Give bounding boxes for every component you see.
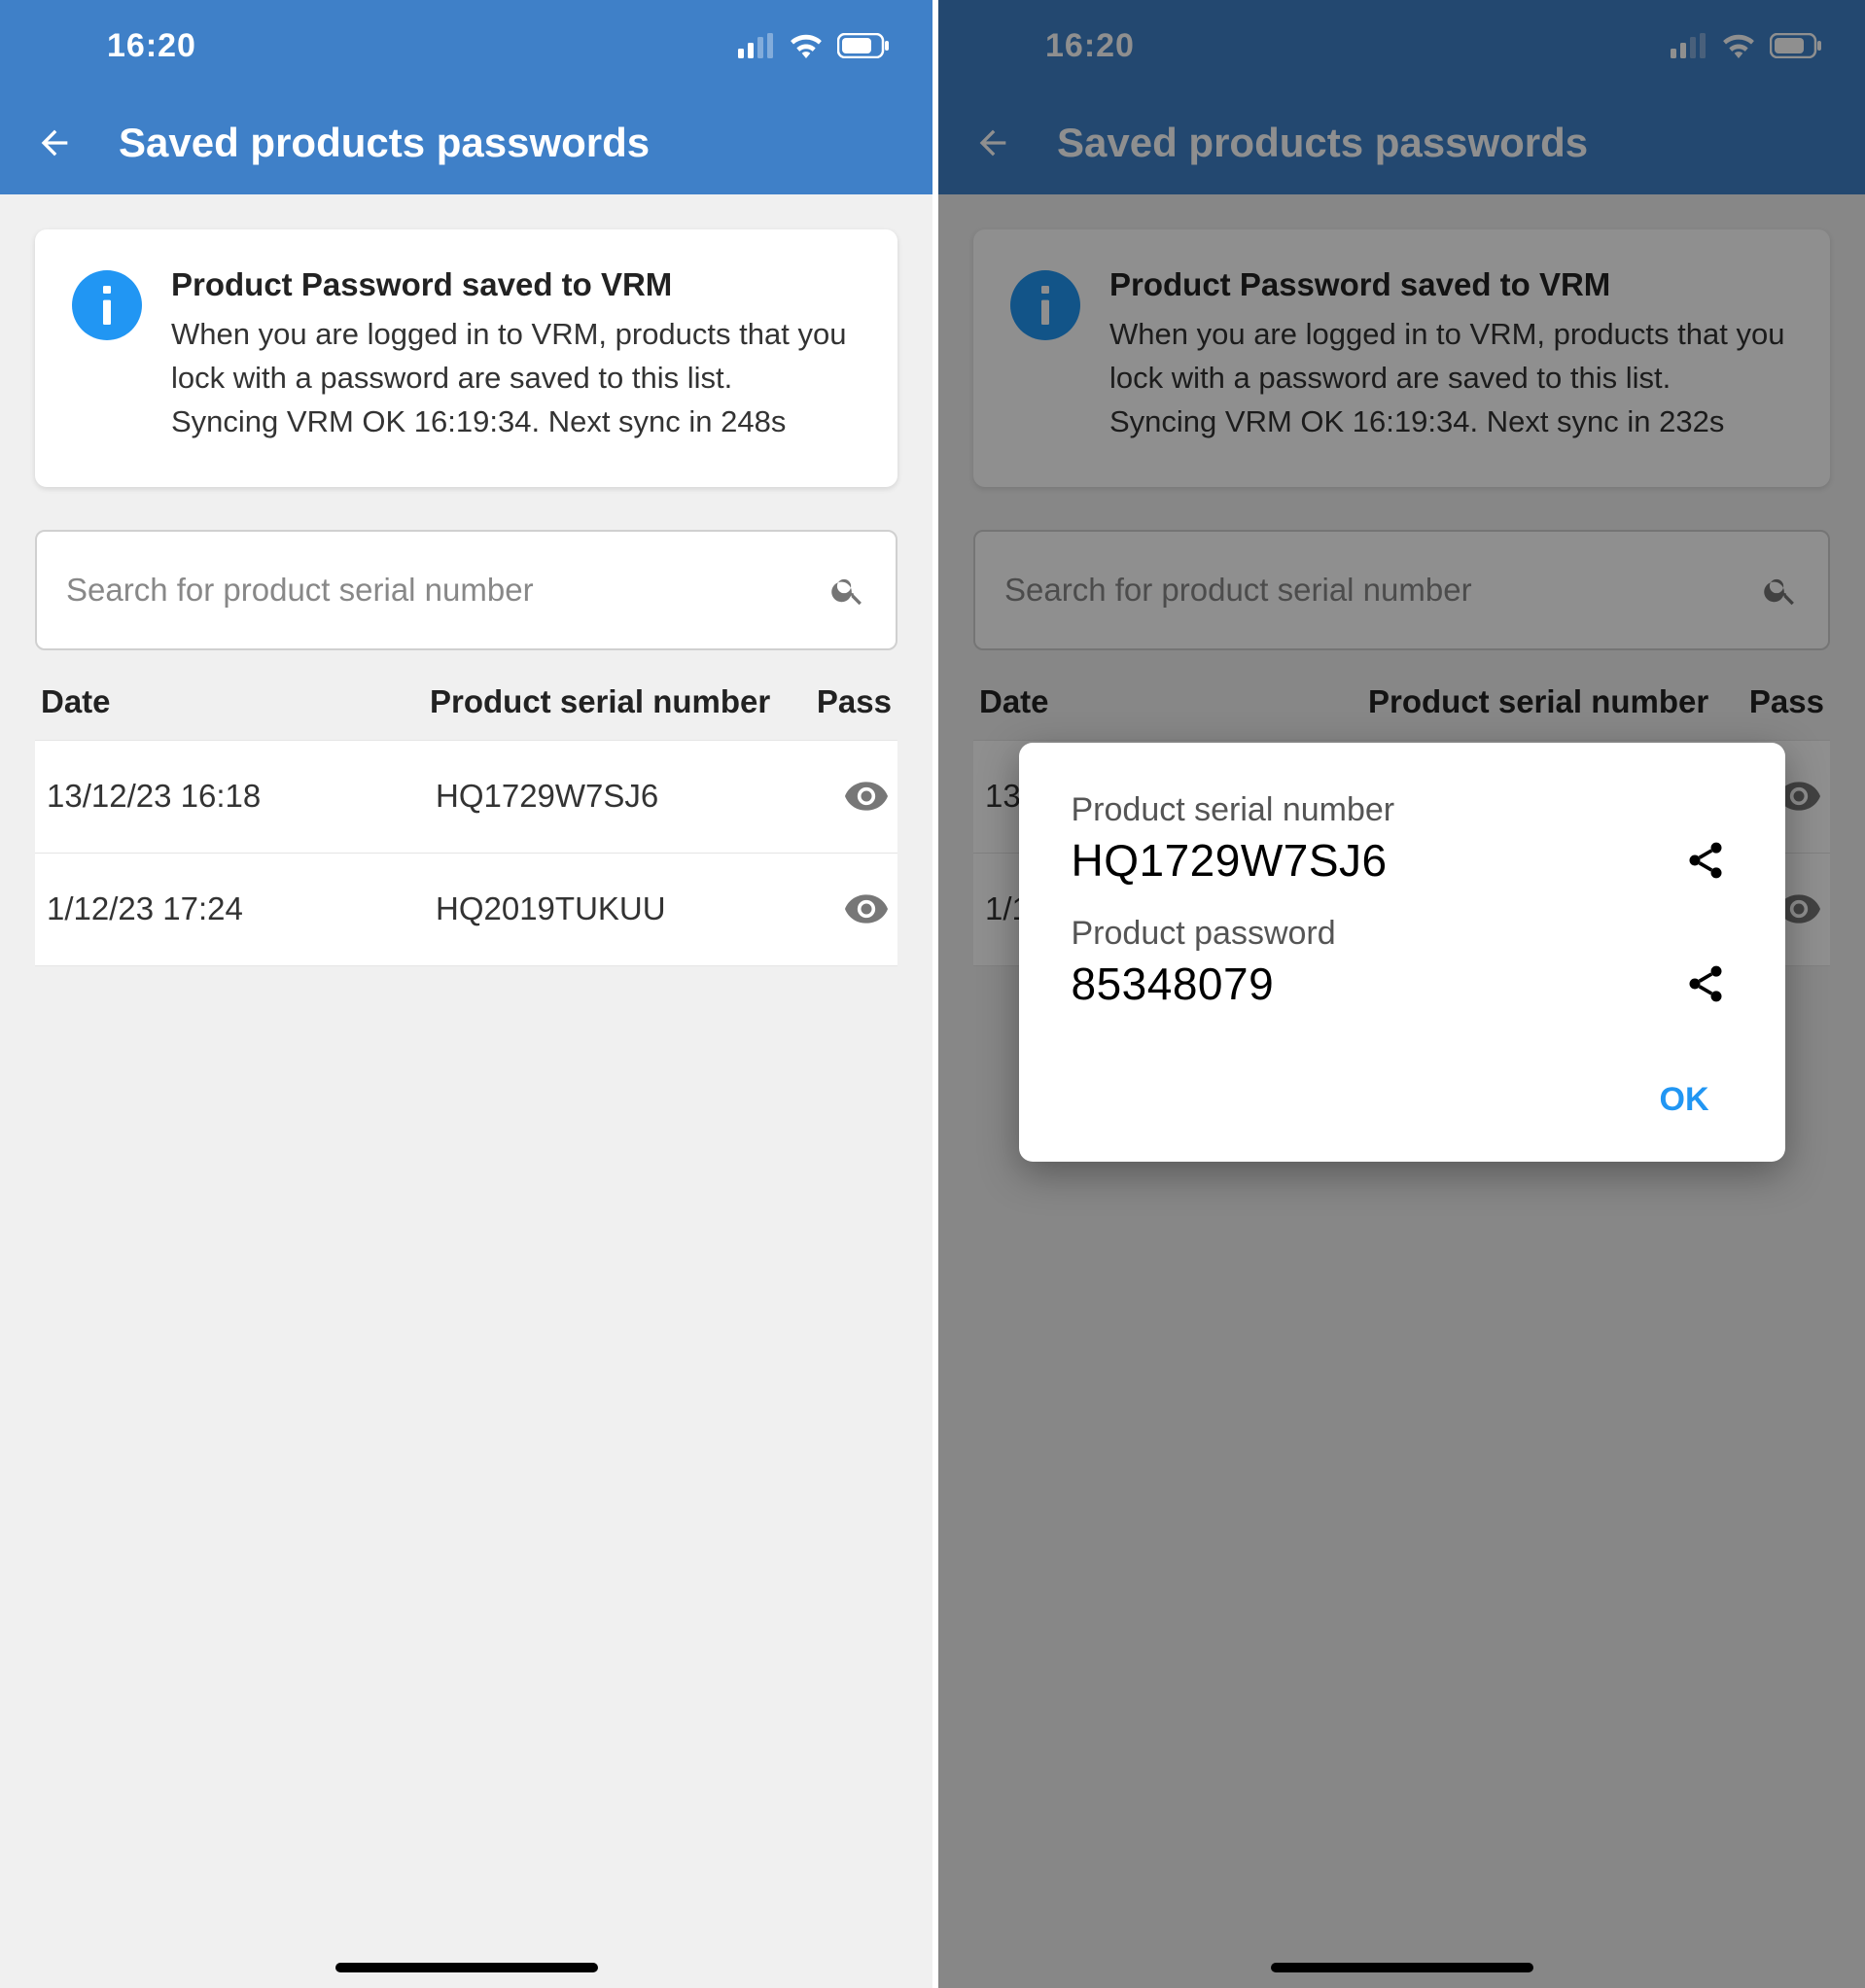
share-icon	[1684, 962, 1727, 1005]
screen-dialog: 16:20 Saved products passwords Product P…	[932, 0, 1865, 1988]
col-date-header: Date	[41, 683, 430, 720]
info-body: When you are logged in to VRM, products …	[171, 313, 861, 444]
ok-button[interactable]: OK	[1636, 1067, 1733, 1133]
home-indicator[interactable]	[335, 1963, 598, 1972]
home-indicator[interactable]	[1271, 1963, 1533, 1972]
table-body: 13/12/23 16:18 HQ1729W7SJ6 1/12/23 17:24…	[35, 740, 897, 966]
password-dialog: Product serial number HQ1729W7SJ6 Produc…	[1019, 743, 1785, 1162]
search-icon	[829, 572, 866, 609]
cell-date: 13/12/23 16:18	[47, 778, 436, 815]
show-password-button[interactable]	[796, 782, 888, 811]
statusbar: 16:20	[0, 0, 932, 91]
info-title: Product Password saved to VRM	[171, 266, 861, 303]
search-input[interactable]	[66, 572, 829, 609]
dialog-serial-block: Product serial number HQ1729W7SJ6	[1072, 791, 1733, 888]
dialog-password-label: Product password	[1072, 915, 1733, 953]
info-icon	[72, 270, 142, 340]
share-icon	[1684, 839, 1727, 882]
appbar: Saved products passwords	[0, 91, 932, 194]
wifi-icon	[789, 33, 824, 58]
dialog-password-block: Product password 85348079	[1072, 915, 1733, 1011]
col-pass-header: Pass	[800, 683, 892, 720]
info-text: Product Password saved to VRM When you a…	[171, 266, 861, 444]
screen-list: 16:20 Saved products passwords Product P…	[0, 0, 932, 1988]
eye-icon	[845, 782, 888, 811]
battery-icon	[837, 33, 890, 58]
back-button[interactable]	[29, 118, 80, 168]
cell-serial: HQ1729W7SJ6	[436, 778, 796, 815]
cell-serial: HQ2019TUKUU	[436, 890, 796, 927]
col-serial-header: Product serial number	[430, 683, 800, 720]
info-card: Product Password saved to VRM When you a…	[35, 229, 897, 487]
cellular-icon	[738, 33, 775, 58]
page-title: Saved products passwords	[119, 120, 650, 166]
dialog-password-value: 85348079	[1072, 958, 1275, 1010]
search-field[interactable]	[35, 530, 897, 650]
arrow-left-icon	[35, 123, 74, 162]
table-header: Date Product serial number Pass	[35, 650, 897, 740]
table-row[interactable]: 13/12/23 16:18 HQ1729W7SJ6	[35, 741, 897, 854]
show-password-button[interactable]	[796, 894, 888, 924]
clock: 16:20	[107, 27, 196, 65]
content: Product Password saved to VRM When you a…	[0, 194, 932, 966]
cell-date: 1/12/23 17:24	[47, 890, 436, 927]
table-row[interactable]: 1/12/23 17:24 HQ2019TUKUU	[35, 854, 897, 966]
dialog-serial-label: Product serial number	[1072, 791, 1733, 829]
share-password-button[interactable]	[1678, 957, 1733, 1011]
share-serial-button[interactable]	[1678, 833, 1733, 888]
status-indicators	[738, 33, 890, 58]
eye-icon	[845, 894, 888, 924]
dialog-actions: OK	[1072, 1067, 1733, 1133]
dialog-serial-value: HQ1729W7SJ6	[1072, 834, 1388, 887]
